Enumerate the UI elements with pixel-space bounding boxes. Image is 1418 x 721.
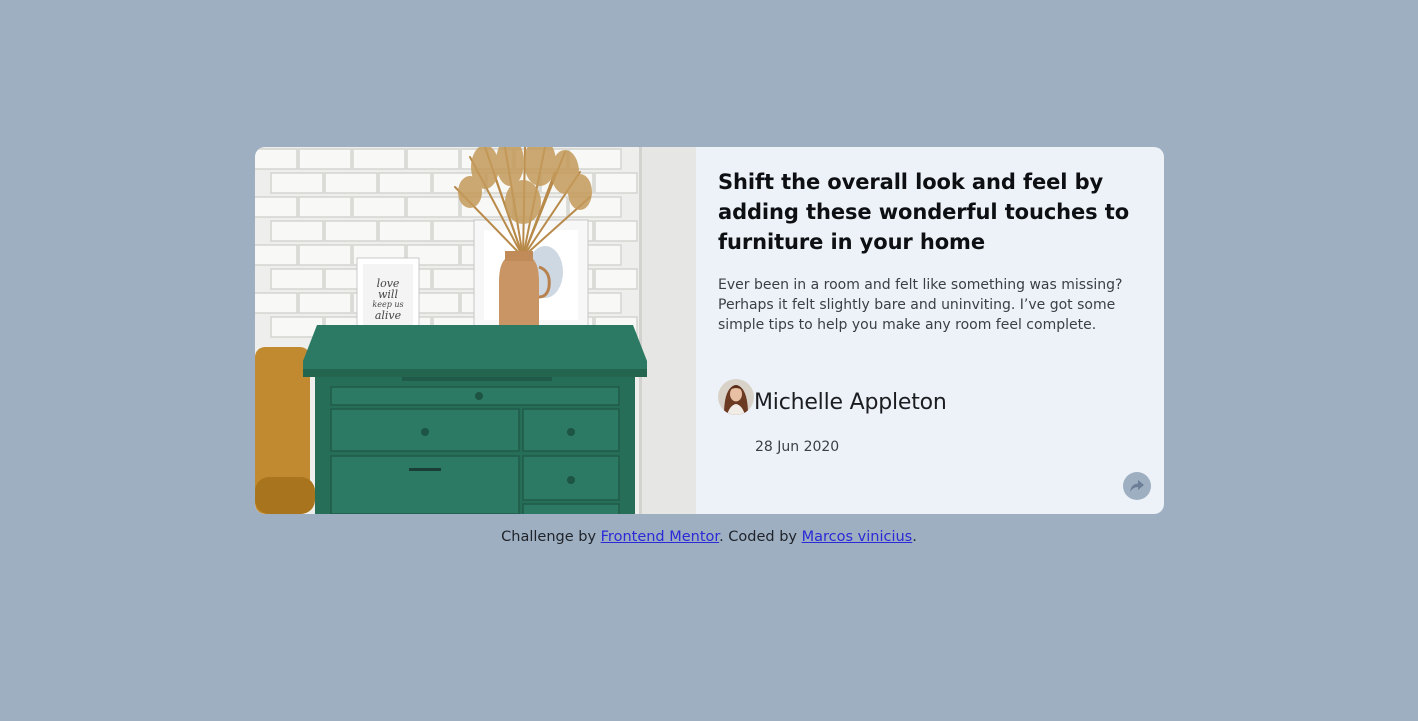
svg-text:alive: alive [375,309,402,322]
attribution: Challenge by Frontend Mentor. Coded by M… [0,529,1418,545]
publish-date: 28 Jun 2020 [755,439,840,455]
attribution-middle: . Coded by [719,529,797,545]
attribution-suffix: . [912,529,917,545]
share-icon [1130,480,1144,492]
frontend-mentor-link[interactable]: Frontend Mentor [601,529,719,545]
share-button[interactable] [1123,472,1151,500]
furniture-photo: love will keep us alive [255,147,696,514]
avatar [718,379,754,415]
article-card: love will keep us alive Shift the overal… [255,147,1164,514]
card-content: Shift the overall look and feel by addin… [696,147,1164,514]
attribution-prefix: Challenge by [501,529,597,545]
article-description: Ever been in a room and felt like someth… [718,277,1123,333]
svg-text:keep us: keep us [372,300,403,309]
author-link[interactable]: Marcos vinicius [802,529,913,545]
author-block: Michelle Appleton [718,379,947,415]
article-title[interactable]: Shift the overall look and feel by addin… [718,167,1148,257]
author-name: Michelle Appleton [754,389,947,415]
